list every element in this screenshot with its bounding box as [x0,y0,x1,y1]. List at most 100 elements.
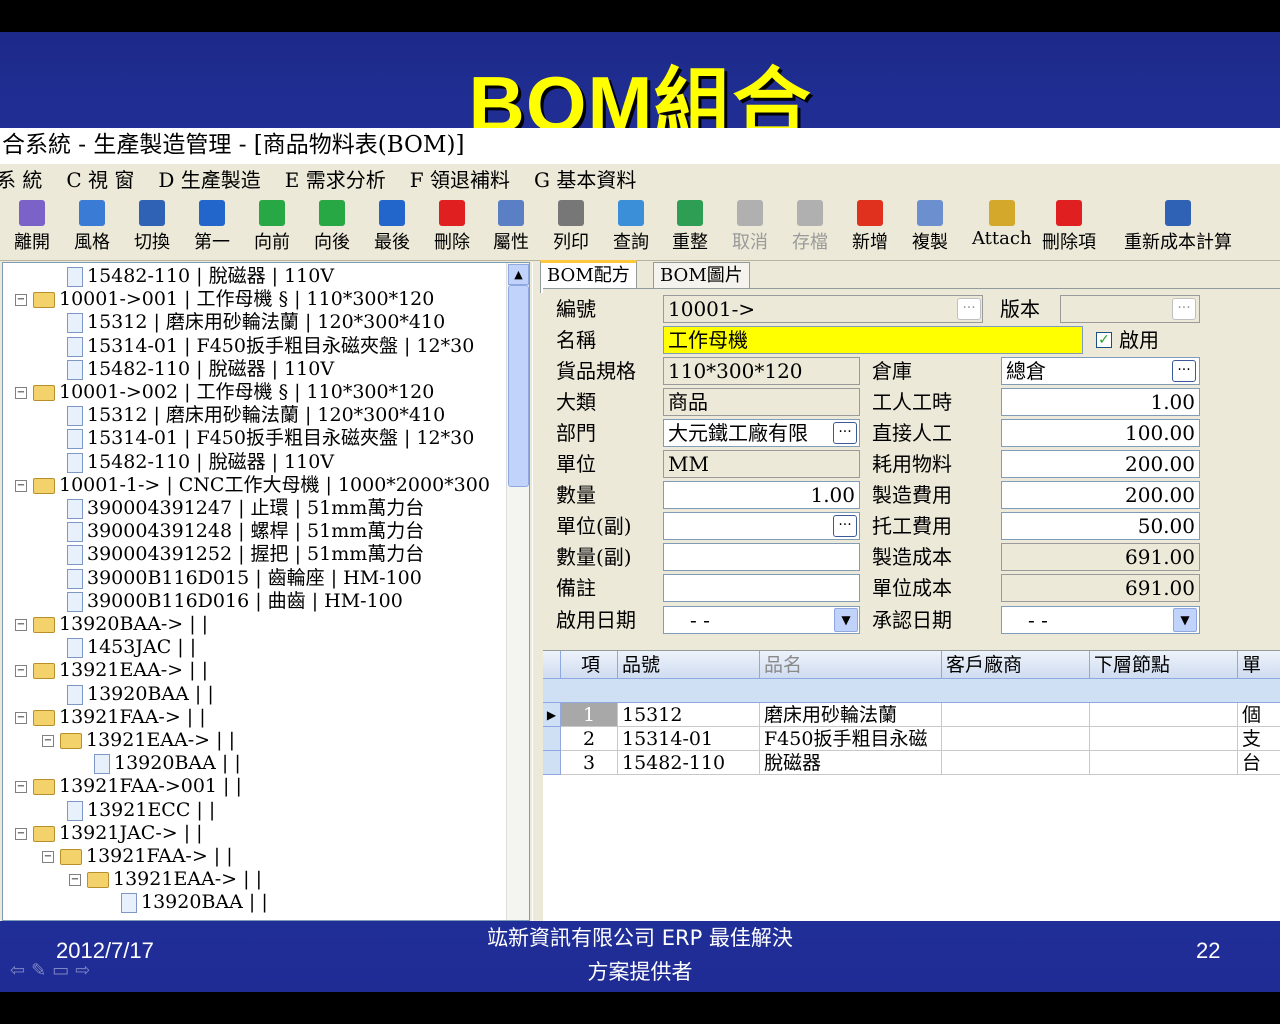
tree-leaf-node[interactable]: 1453JAC | | [67,636,196,659]
tree-folder-node[interactable]: − 13921JAC-> | | [15,822,203,845]
tree-folder-node[interactable]: − 13921FAA->001 | | [15,775,242,798]
grid-cell[interactable]: 脫磁器 [760,751,942,775]
tree-leaf-node[interactable]: 15482-110 | 脫磁器 | 110V [67,358,334,381]
code-field[interactable]: 10001-> [663,295,983,323]
nav-menu-icon[interactable]: ▭ [52,960,75,981]
toolbar-button-17[interactable]: 刪除項 [1042,198,1096,256]
grid-cell[interactable] [1090,727,1238,751]
collapse-icon[interactable]: − [15,479,27,492]
grid-filter-row[interactable] [543,679,1280,703]
grid-cell[interactable] [942,751,1090,775]
tree-folder-node[interactable]: − 13921FAA-> | | [15,706,206,729]
toolbar-button-5[interactable]: 向後 [314,198,350,256]
approve-date-field[interactable]: - - [1001,606,1200,634]
row-selector[interactable]: ▶ [543,703,561,727]
grid-cell[interactable] [942,703,1090,727]
grid-header-child-node[interactable]: 下層節點 [1090,651,1238,679]
start-date-field[interactable]: - - [663,606,860,634]
toolbar-button-16[interactable]: Attach [972,198,1032,256]
toolbar-button-13[interactable]: 存檔 [792,198,828,256]
name-field[interactable]: 工作母機 [663,326,1083,354]
toolbar-button-10[interactable]: 查詢 [613,198,649,256]
tree-scrollbar[interactable]: ▲ [506,263,529,920]
unit-secondary-lookup-button[interactable]: ··· [833,515,857,537]
scroll-up-icon[interactable]: ▲ [508,264,529,285]
tree-folder-node[interactable]: − 10001->002 | 工作母機 § | 110*300*120 [15,381,434,404]
tree-leaf-node[interactable]: 15482-110 | 脫磁器 | 110V [67,451,334,474]
grid-cell[interactable] [1090,751,1238,775]
grid-header-item[interactable]: 項 [561,651,618,679]
collapse-icon[interactable]: − [15,711,27,724]
tree-leaf-node[interactable]: 15482-110 | 脫磁器 | 110V [67,265,334,288]
toolbar-button-0[interactable]: 離開 [14,198,50,256]
tree-leaf-node[interactable]: 15312 | 磨床用砂輪法蘭 | 120*300*410 [67,404,445,427]
grid-cell[interactable]: F450扳手粗目永磁 [760,727,942,751]
menu-demand-analysis[interactable]: E 需求分析 [285,164,386,196]
menu-basic-data[interactable]: G 基本資料 [534,164,636,196]
unit-cost-field[interactable]: 691.00 [1001,574,1200,602]
mfg-cost-field[interactable]: 691.00 [1001,543,1200,571]
bom-tree-view[interactable]: 13920BAA | | −13921EAA-> | | −13921FAA-> |… [2,262,530,921]
tree-leaf-node[interactable]: 15312 | 磨床用砂輪法蘭 | 120*300*410 [67,311,445,334]
grid-cell[interactable] [942,727,1090,751]
menu-window[interactable]: C 視 窗 [66,164,134,196]
grid-cell[interactable]: 台 [1238,751,1280,775]
grid-cell[interactable]: 磨床用砂輪法蘭 [760,703,942,727]
slide-navigation-controls[interactable]: ⇦✎▭⇨ [10,960,96,981]
dept-field[interactable]: 大元鐵工廠有限 [663,419,860,447]
grid-header-unit[interactable]: 單 [1238,651,1280,679]
tree-leaf-node[interactable]: 390004391248 | 螺桿 | 51mm萬力台 [67,520,424,543]
toolbar-button-11[interactable]: 重整 [672,198,708,256]
grid-cell[interactable] [1090,703,1238,727]
toolbar-button-4[interactable]: 向前 [254,198,290,256]
tree-folder-node[interactable]: − 13920BAA-> | | [15,613,208,636]
direct-labor-field[interactable]: 100.00 [1001,419,1200,447]
version-lookup-button[interactable]: ··· [1172,298,1196,320]
toolbar-button-15[interactable]: 複製 [912,198,948,256]
grid-cell[interactable]: 15314-01 [618,727,760,751]
tree-folder-node[interactable]: − 13921EAA-> | | [15,659,208,682]
collapse-icon[interactable]: − [15,387,27,399]
collapse-icon[interactable]: − [15,665,27,678]
tree-leaf-node[interactable]: 13920BAA | | [121,891,268,914]
enabled-checkbox[interactable]: ✓ [1096,332,1112,348]
toolbar-button-9[interactable]: 列印 [553,198,589,256]
nav-pen-icon[interactable]: ✎ [31,960,52,981]
grid-cell[interactable]: 個 [1238,703,1280,727]
quantity-field[interactable]: 1.00 [663,481,860,509]
grid-header-part-no[interactable]: 品號 [618,651,760,679]
tree-leaf-node[interactable]: 390004391252 | 握把 | 51mm萬力台 [67,543,424,566]
toolbar-button-2[interactable]: 切換 [134,198,170,256]
tree-leaf-node[interactable]: 13920BAA | | [94,752,241,775]
category-field[interactable]: 商品 [663,388,860,416]
warehouse-lookup-button[interactable]: ··· [1172,360,1196,382]
dept-lookup-button[interactable]: ··· [833,422,857,444]
start-date-dropdown-icon[interactable]: ▼ [834,608,858,632]
tree-leaf-node[interactable]: 13920BAA | | [67,683,214,706]
mfg-expense-field[interactable]: 200.00 [1001,481,1200,509]
quantity-secondary-field[interactable] [663,543,860,571]
grid-cell[interactable]: 15482-110 [618,751,760,775]
nav-prev-icon[interactable]: ⇦ [10,960,31,981]
toolbar-button-18[interactable]: 重新成本計算 [1124,198,1232,256]
menu-material-issue[interactable]: F 領退補料 [410,164,510,196]
unit-field[interactable]: MM [663,450,860,478]
collapse-icon[interactable]: − [15,294,27,307]
tree-leaf-node[interactable]: 15314-01 | F450扳手粗目永磁夾盤 | 12*30 [67,427,474,450]
labor-hours-field[interactable]: 1.00 [1001,388,1200,416]
tree-folder-node[interactable]: − 13921FAA-> | | [42,845,233,868]
collapse-icon[interactable]: − [42,851,54,863]
tree-leaf-node[interactable]: 13921ECC | | [67,799,215,822]
scroll-thumb[interactable] [508,285,529,487]
collapse-icon[interactable]: − [15,781,27,794]
grid-cell[interactable]: 3 [561,751,618,775]
warehouse-field[interactable]: 總倉 [1001,357,1200,385]
tree-folder-node[interactable]: − 10001->001 | 工作母機 § | 110*300*120 [15,288,434,311]
spec-field[interactable]: 110*300*120 [663,357,860,385]
collapse-icon[interactable]: − [15,827,27,840]
tab-bom-image[interactable]: BOM圖片 [653,262,750,289]
menu-production[interactable]: D 生產製造 [158,164,260,196]
tree-folder-node[interactable]: − 13921EAA-> | | [69,868,262,891]
code-lookup-button[interactable]: ··· [957,298,981,320]
consumables-field[interactable]: 200.00 [1001,450,1200,478]
